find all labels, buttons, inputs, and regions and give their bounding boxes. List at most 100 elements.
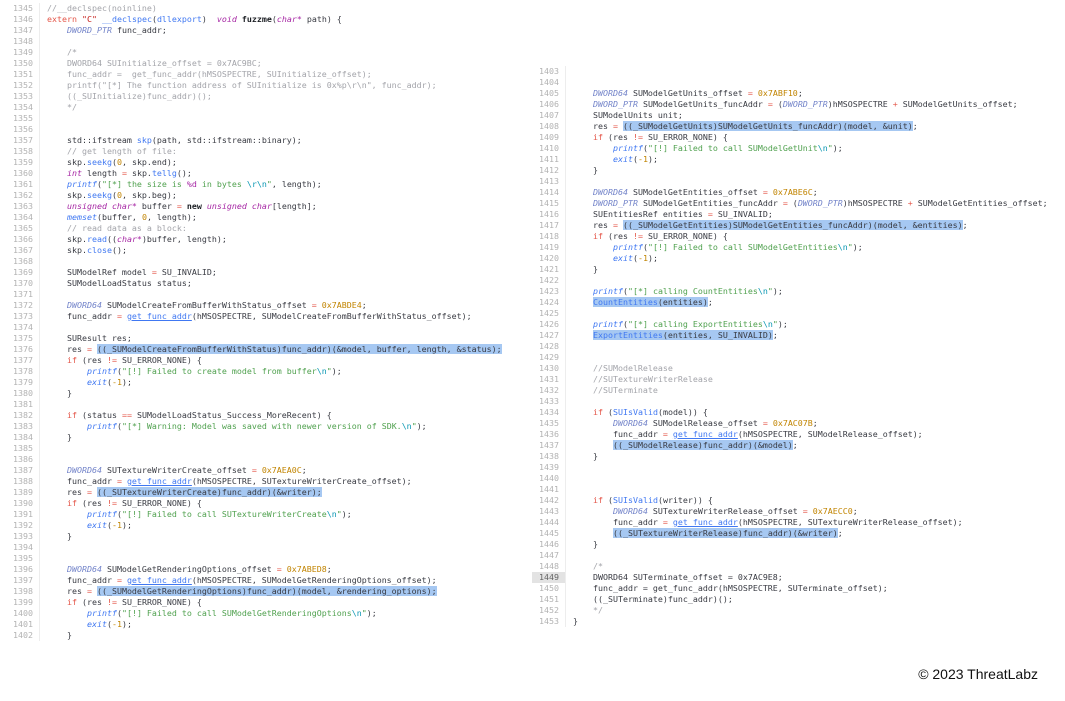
code-line: 1448 /* [532, 561, 1048, 572]
code-text: DWORD64 SUTerminate_offset = 0x7AC9E8; [566, 572, 783, 583]
line-number: 1375 [6, 333, 40, 344]
line-number: 1419 [532, 242, 566, 253]
code-line: 1400 printf("[!] Failed to call SUModelG… [6, 608, 502, 619]
line-number: 1360 [6, 168, 40, 179]
code-line: 1353 ((_SUInitialize)func_addr)(); [6, 91, 502, 102]
line-number: 1369 [6, 267, 40, 278]
code-line: 1438 } [532, 451, 1048, 462]
code-line: 1449 DWORD64 SUTerminate_offset = 0x7AC9… [532, 572, 1048, 583]
line-number: 1412 [532, 165, 566, 176]
code-text: func_addr = get_func_addr(hMSOSPECTRE, S… [40, 311, 472, 322]
code-line: 1358 // get length of file: [6, 146, 502, 157]
line-number: 1349 [6, 47, 40, 58]
code-text: if (res != SU_ERROR_NONE) { [40, 597, 202, 608]
code-text: if (res != SU_ERROR_NONE) { [40, 498, 202, 509]
line-number: 1345 [6, 3, 40, 14]
code-text: printf("[*] The function address of SUIn… [40, 80, 437, 91]
line-number: 1405 [532, 88, 566, 99]
code-line: 1395 [6, 553, 502, 564]
code-text: */ [566, 605, 603, 616]
line-number: 1373 [6, 311, 40, 322]
code-line: 1398 res = ((_SUModelGetRenderingOptions… [6, 586, 502, 597]
code-line: 1361 printf("[*] the size is %d in bytes… [6, 179, 502, 190]
line-number: 1356 [6, 124, 40, 135]
code-line: 1380 } [6, 388, 502, 399]
code-line: 1418 if (res != SU_ERROR_NONE) { [532, 231, 1048, 242]
line-number: 1429 [532, 352, 566, 363]
line-number: 1436 [532, 429, 566, 440]
code-text: exit(-1); [566, 154, 658, 165]
code-line: 1412 } [532, 165, 1048, 176]
code-text: if (res != SU_ERROR_NONE) { [566, 132, 728, 143]
line-number: 1416 [532, 209, 566, 220]
line-number: 1428 [532, 341, 566, 352]
code-line: 1410 printf("[!] Failed to call SUModelG… [532, 143, 1048, 154]
code-text: skp.seekg(0, skp.beg); [40, 190, 177, 201]
code-text: } [40, 432, 72, 443]
code-line: 1417 res = ((_SUModelGetEntities)SUModel… [532, 220, 1048, 231]
code-text: printf("[*] calling CountEntities\n"); [566, 286, 783, 297]
code-line: 1387 DWORD64 SUTextureWriterCreate_offse… [6, 465, 502, 476]
code-line: 1373 func_addr = get_func_addr(hMSOSPECT… [6, 311, 502, 322]
code-text: res = ((_SUModelGetEntities)SUModelGetEn… [566, 220, 968, 231]
code-line: 1360 int length = skp.tellg(); [6, 168, 502, 179]
code-text: DWORD64 SUModelGetUnits_offset = 0x7ABF1… [566, 88, 803, 99]
code-text: DWORD_PTR SUModelGetUnits_funcAddr = (DW… [566, 99, 1018, 110]
line-number: 1361 [6, 179, 40, 190]
line-number: 1440 [532, 473, 566, 484]
line-number: 1364 [6, 212, 40, 223]
code-line: 1416 SUEntitiesRef entities = SU_INVALID… [532, 209, 1048, 220]
line-number: 1441 [532, 484, 566, 495]
code-text: DWORD64 SUModelCreateFromBufferWithStatu… [40, 300, 367, 311]
code-text: if (status == SUModelLoadStatus_Success_… [40, 410, 332, 421]
line-number: 1420 [532, 253, 566, 264]
code-line: 1383 printf("[*] Warning: Model was save… [6, 421, 502, 432]
code-line: 1354 */ [6, 102, 502, 113]
line-number: 1411 [532, 154, 566, 165]
line-number: 1351 [6, 69, 40, 80]
code-text: //SUTextureWriterRelease [566, 374, 713, 385]
line-number: 1430 [532, 363, 566, 374]
code-line: 1443 DWORD64 SUTextureWriterRelease_offs… [532, 506, 1048, 517]
code-text: func_addr = get_func_addr(hMSOSPECTRE, S… [566, 517, 963, 528]
line-number: 1366 [6, 234, 40, 245]
code-text: unsigned char* buffer = new unsigned cha… [40, 201, 317, 212]
code-line: 1434 if (SUIsValid(model)) { [532, 407, 1048, 418]
code-text: printf("[!] Failed to create model from … [40, 366, 342, 377]
line-number: 1402 [6, 630, 40, 641]
code-text: // get length of file: [40, 146, 177, 157]
code-line: 1405 DWORD64 SUModelGetUnits_offset = 0x… [532, 88, 1048, 99]
line-number: 1350 [6, 58, 40, 69]
code-line: 1381 [6, 399, 502, 410]
code-text: skp.seekg(0, skp.end); [40, 157, 177, 168]
code-line: 1433 [532, 396, 1048, 407]
code-line: 1420 exit(-1); [532, 253, 1048, 264]
code-line: 1365 // read data as a block: [6, 223, 502, 234]
code-text: exit(-1); [40, 619, 132, 630]
code-line: 1440 [532, 473, 1048, 484]
code-text: SUModelUnits unit; [566, 110, 683, 121]
line-number: 1393 [6, 531, 40, 542]
line-number: 1371 [6, 289, 40, 300]
code-text: func_addr = get_func_addr(hMSOSPECTRE, S… [566, 583, 888, 594]
code-line: 1421 } [532, 264, 1048, 275]
line-number: 1376 [6, 344, 40, 355]
line-number: 1424 [532, 297, 566, 308]
code-text: ExportEntities(entities, SU_INVALID); [566, 330, 778, 341]
code-line: 1415 DWORD_PTR SUModelGetEntities_funcAd… [532, 198, 1048, 209]
code-line: 1352 printf("[*] The function address of… [6, 80, 502, 91]
code-line: 1371 [6, 289, 502, 300]
code-text: res = ((_SUModelCreateFromBufferWithStat… [40, 344, 502, 355]
line-number: 1407 [532, 110, 566, 121]
line-number: 1403 [532, 66, 566, 77]
code-text: } [40, 531, 72, 542]
line-number: 1409 [532, 132, 566, 143]
line-number: 1362 [6, 190, 40, 201]
code-line: 1399 if (res != SU_ERROR_NONE) { [6, 597, 502, 608]
line-number: 1368 [6, 256, 40, 267]
code-line: 1349 /* [6, 47, 502, 58]
code-line: 1441 [532, 484, 1048, 495]
code-text: ((_SUModelRelease)func_addr)(&model); [566, 440, 798, 451]
code-line: 1414 DWORD64 SUModelGetEntities_offset =… [532, 187, 1048, 198]
code-line: 1355 [6, 113, 502, 124]
